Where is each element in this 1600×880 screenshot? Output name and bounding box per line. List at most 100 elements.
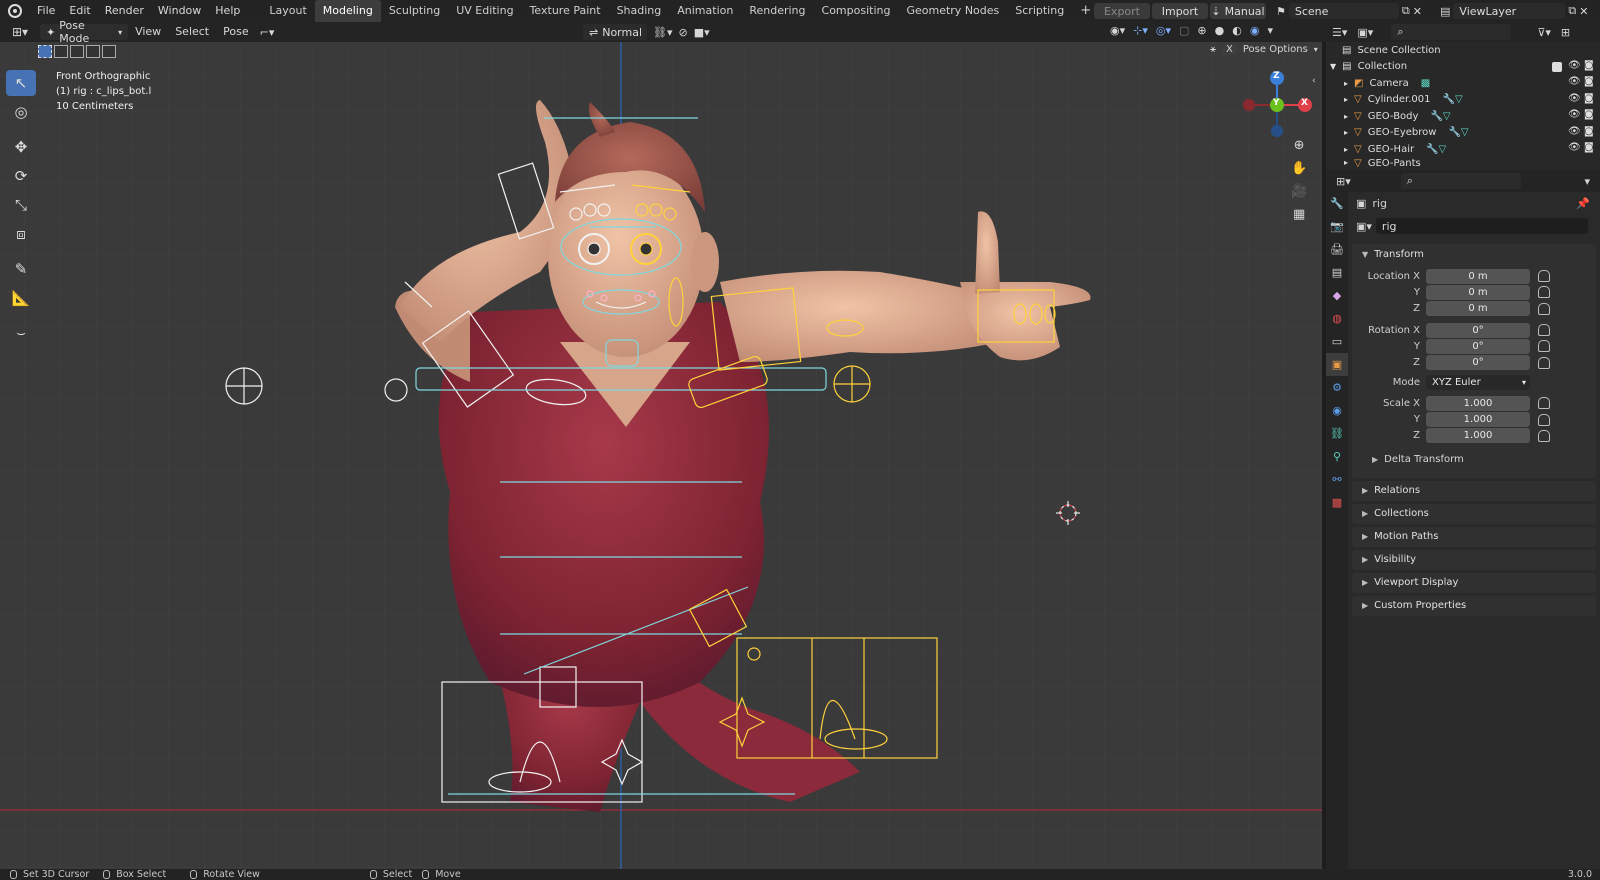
pose-extra-icon[interactable]: ⌐▾ (260, 26, 275, 39)
select-subtract-icon[interactable] (70, 45, 84, 58)
gizmo-x-label[interactable]: X (1301, 98, 1308, 108)
close-viewlayer-icon[interactable]: ✕ (1579, 5, 1588, 18)
tool-measure[interactable]: 📐 (6, 285, 36, 311)
snap-icon[interactable]: ⊘ (679, 26, 688, 39)
tab-shading[interactable]: Shading (609, 0, 670, 22)
xray-icon[interactable]: ▢ (1179, 24, 1189, 37)
shading-material-icon[interactable]: ◐ (1232, 24, 1242, 37)
tab-animation[interactable]: Animation (669, 0, 741, 22)
lock-icon[interactable] (1538, 286, 1550, 299)
panel-viewport-display[interactable]: ▶ Viewport Display (1352, 572, 1596, 593)
lock-icon[interactable] (1538, 397, 1550, 410)
outliner-item-cylinder[interactable]: ▸ ▽ Cylinder.001 🔧 ▽ 👁 ◙ (1326, 92, 1600, 109)
menu-help[interactable]: Help (208, 0, 247, 22)
shading-wire-icon[interactable]: ⊕ (1197, 24, 1206, 37)
tab-scripting[interactable]: Scripting (1007, 0, 1072, 22)
collection-checkbox[interactable] (1552, 61, 1562, 72)
shading-rendered-icon[interactable]: ◉ (1250, 24, 1260, 37)
lock-icon[interactable] (1538, 356, 1550, 369)
tab-collection-icon[interactable]: ▭ (1326, 330, 1348, 353)
subpanel-delta-transform[interactable]: ▶ Delta Transform (1352, 452, 1596, 468)
panel-collections[interactable]: ▶ Collections (1352, 503, 1596, 524)
mode-dropdown[interactable]: ✦ Pose Mode ▾ (40, 19, 129, 45)
mirror-x-toggle[interactable]: X (1222, 44, 1237, 55)
tab-geometry-nodes[interactable]: Geometry Nodes (898, 0, 1007, 22)
lock-icon[interactable] (1538, 302, 1550, 315)
outliner-item-camera[interactable]: ▸ ◩ Camera ▩ 👁 ◙ (1326, 75, 1600, 92)
scale-z-field[interactable]: 1.000 (1426, 428, 1530, 444)
properties-search[interactable]: ⌕ (1400, 173, 1521, 189)
rotation-x-field[interactable]: 0° (1426, 322, 1530, 338)
tab-modifier-icon[interactable]: ⚙ (1326, 376, 1348, 399)
copy-scene-icon[interactable]: ⧉ (1402, 4, 1410, 18)
datablock-icon[interactable]: ▣▾ (1356, 220, 1372, 233)
shading-options-icon[interactable]: ▾ (1267, 24, 1273, 37)
tab-tool-icon[interactable]: 🔧 (1326, 192, 1348, 215)
render-camera-icon[interactable]: ◙ (1584, 142, 1594, 153)
menu-window[interactable]: Window (151, 0, 208, 22)
menu-view[interactable]: View (128, 21, 168, 43)
export-button[interactable]: Export (1094, 3, 1150, 19)
tool-scale[interactable]: ⤡ (6, 192, 36, 218)
tab-rendering[interactable]: Rendering (741, 0, 813, 22)
gizmo-z-label[interactable]: Z (1273, 71, 1280, 81)
eye-icon[interactable]: 👁 (1568, 93, 1581, 104)
menu-select[interactable]: Select (168, 21, 216, 43)
outliner-search[interactable]: ⌕ (1391, 24, 1512, 40)
pin-icon[interactable]: 📌 (1576, 197, 1590, 210)
tool-select-box[interactable]: ↖ (6, 70, 36, 96)
orientation-dropdown[interactable]: ⇌ Normal (583, 24, 647, 40)
render-camera-icon[interactable]: ◙ (1584, 60, 1594, 71)
tool-transform[interactable]: ⧈ (6, 221, 36, 247)
render-camera-icon[interactable]: ◙ (1584, 93, 1594, 104)
close-scene-icon[interactable]: ✕ (1413, 5, 1422, 18)
display-mode-icon[interactable]: ▣▾ (1357, 26, 1373, 39)
rotation-y-field[interactable]: 0° (1426, 338, 1530, 354)
location-x-field[interactable]: 0 m (1426, 268, 1530, 284)
copy-viewlayer-icon[interactable]: ⧉ (1568, 4, 1576, 18)
outliner-editor-icon[interactable]: ☰▾ (1332, 26, 1347, 39)
outliner-item-geo-pants[interactable]: ▸ ▽ GEO-Pants (1326, 158, 1600, 167)
tab-view-layer-icon[interactable]: ▤ (1326, 261, 1348, 284)
filter-icon[interactable]: ⊽▾ (1537, 26, 1551, 39)
scene-field[interactable]: Scene (1288, 3, 1399, 19)
pivot-icon[interactable]: ⛓▾ (653, 26, 673, 39)
rotation-z-field[interactable]: 0° (1426, 355, 1530, 371)
outliner-item-geo-eyebrow[interactable]: ▸ ▽ GEO-Eyebrow 🔧 ▽ 👁 ◙ (1326, 125, 1600, 142)
eye-icon[interactable]: 👁 (1568, 126, 1581, 137)
eye-icon[interactable]: 👁 (1568, 60, 1581, 71)
select-invert-icon[interactable] (86, 45, 100, 58)
lock-icon[interactable] (1538, 413, 1550, 426)
overlay-toggle-icon[interactable]: ◎▾ (1156, 24, 1171, 37)
mirror-icon[interactable]: ⚹ (1210, 44, 1216, 55)
render-camera-icon[interactable]: ◙ (1584, 109, 1594, 120)
tab-world-icon[interactable]: ◍ (1326, 307, 1348, 330)
lock-icon[interactable] (1538, 429, 1550, 442)
tab-compositing[interactable]: Compositing (814, 0, 899, 22)
tab-sculpting[interactable]: Sculpting (381, 0, 448, 22)
eye-icon[interactable]: 👁 (1568, 142, 1581, 153)
tool-cursor[interactable]: ◎ (6, 99, 36, 125)
properties-options-icon[interactable]: ▾ (1584, 175, 1590, 188)
scene-icon[interactable]: ⚑ (1276, 5, 1286, 18)
tool-relax[interactable]: ⌣ (6, 320, 36, 346)
editor-type-icon[interactable]: ⊞▾ (12, 25, 28, 39)
outliner-scene-collection[interactable]: ▤ Scene Collection (1326, 42, 1600, 59)
tab-modeling[interactable]: Modeling (314, 0, 381, 22)
tab-layout[interactable]: Layout (261, 0, 314, 22)
render-camera-icon[interactable]: ◙ (1584, 76, 1594, 87)
proportional-icon[interactable]: ■▾ (694, 26, 710, 39)
import-button[interactable]: Import (1152, 3, 1208, 19)
select-intersect-icon[interactable] (102, 45, 116, 58)
pose-options-dropdown[interactable]: Pose Options (1243, 44, 1308, 55)
visibility-icon[interactable]: ◉▾ (1110, 24, 1125, 37)
shading-solid-icon[interactable]: ● (1215, 24, 1225, 37)
eye-icon[interactable]: 👁 (1568, 109, 1581, 120)
tab-uv-editing[interactable]: UV Editing (448, 0, 521, 22)
tab-armature-icon[interactable]: ⚲ (1326, 445, 1348, 468)
new-collection-icon[interactable]: ⊞ (1561, 26, 1570, 39)
scale-y-field[interactable]: 1.000 (1426, 412, 1530, 428)
scale-x-field[interactable]: 1.000 (1426, 395, 1530, 411)
sidebar-toggle-icon[interactable]: ‹ (1312, 76, 1316, 86)
blender-logo-icon[interactable] (8, 4, 22, 18)
